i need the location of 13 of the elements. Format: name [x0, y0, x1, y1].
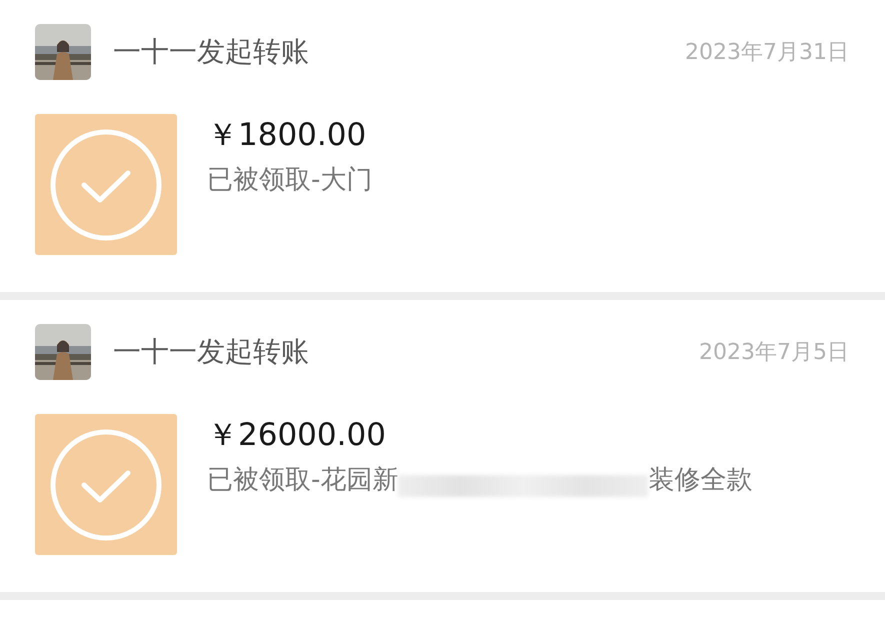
- date-label: 2023年7月31日: [685, 39, 849, 67]
- transfer-icon[interactable]: [35, 114, 177, 255]
- amount-label: ￥1800.00: [207, 116, 368, 155]
- status-text: 已被领取-大门: [207, 164, 372, 197]
- status-text: 已被领取-花园新: [207, 464, 398, 497]
- check-circle-icon: [48, 126, 164, 242]
- transfer-icon[interactable]: [35, 414, 177, 555]
- amount-label: ￥26000.00: [207, 416, 387, 455]
- date-label: 2023年7月5日: [699, 339, 849, 367]
- transfer-title: 一十一发起转账: [113, 334, 310, 370]
- transfer-title: 一十一发起转账: [113, 34, 310, 70]
- status-text: 装修全款: [648, 464, 752, 497]
- check-circle-icon: [48, 426, 164, 542]
